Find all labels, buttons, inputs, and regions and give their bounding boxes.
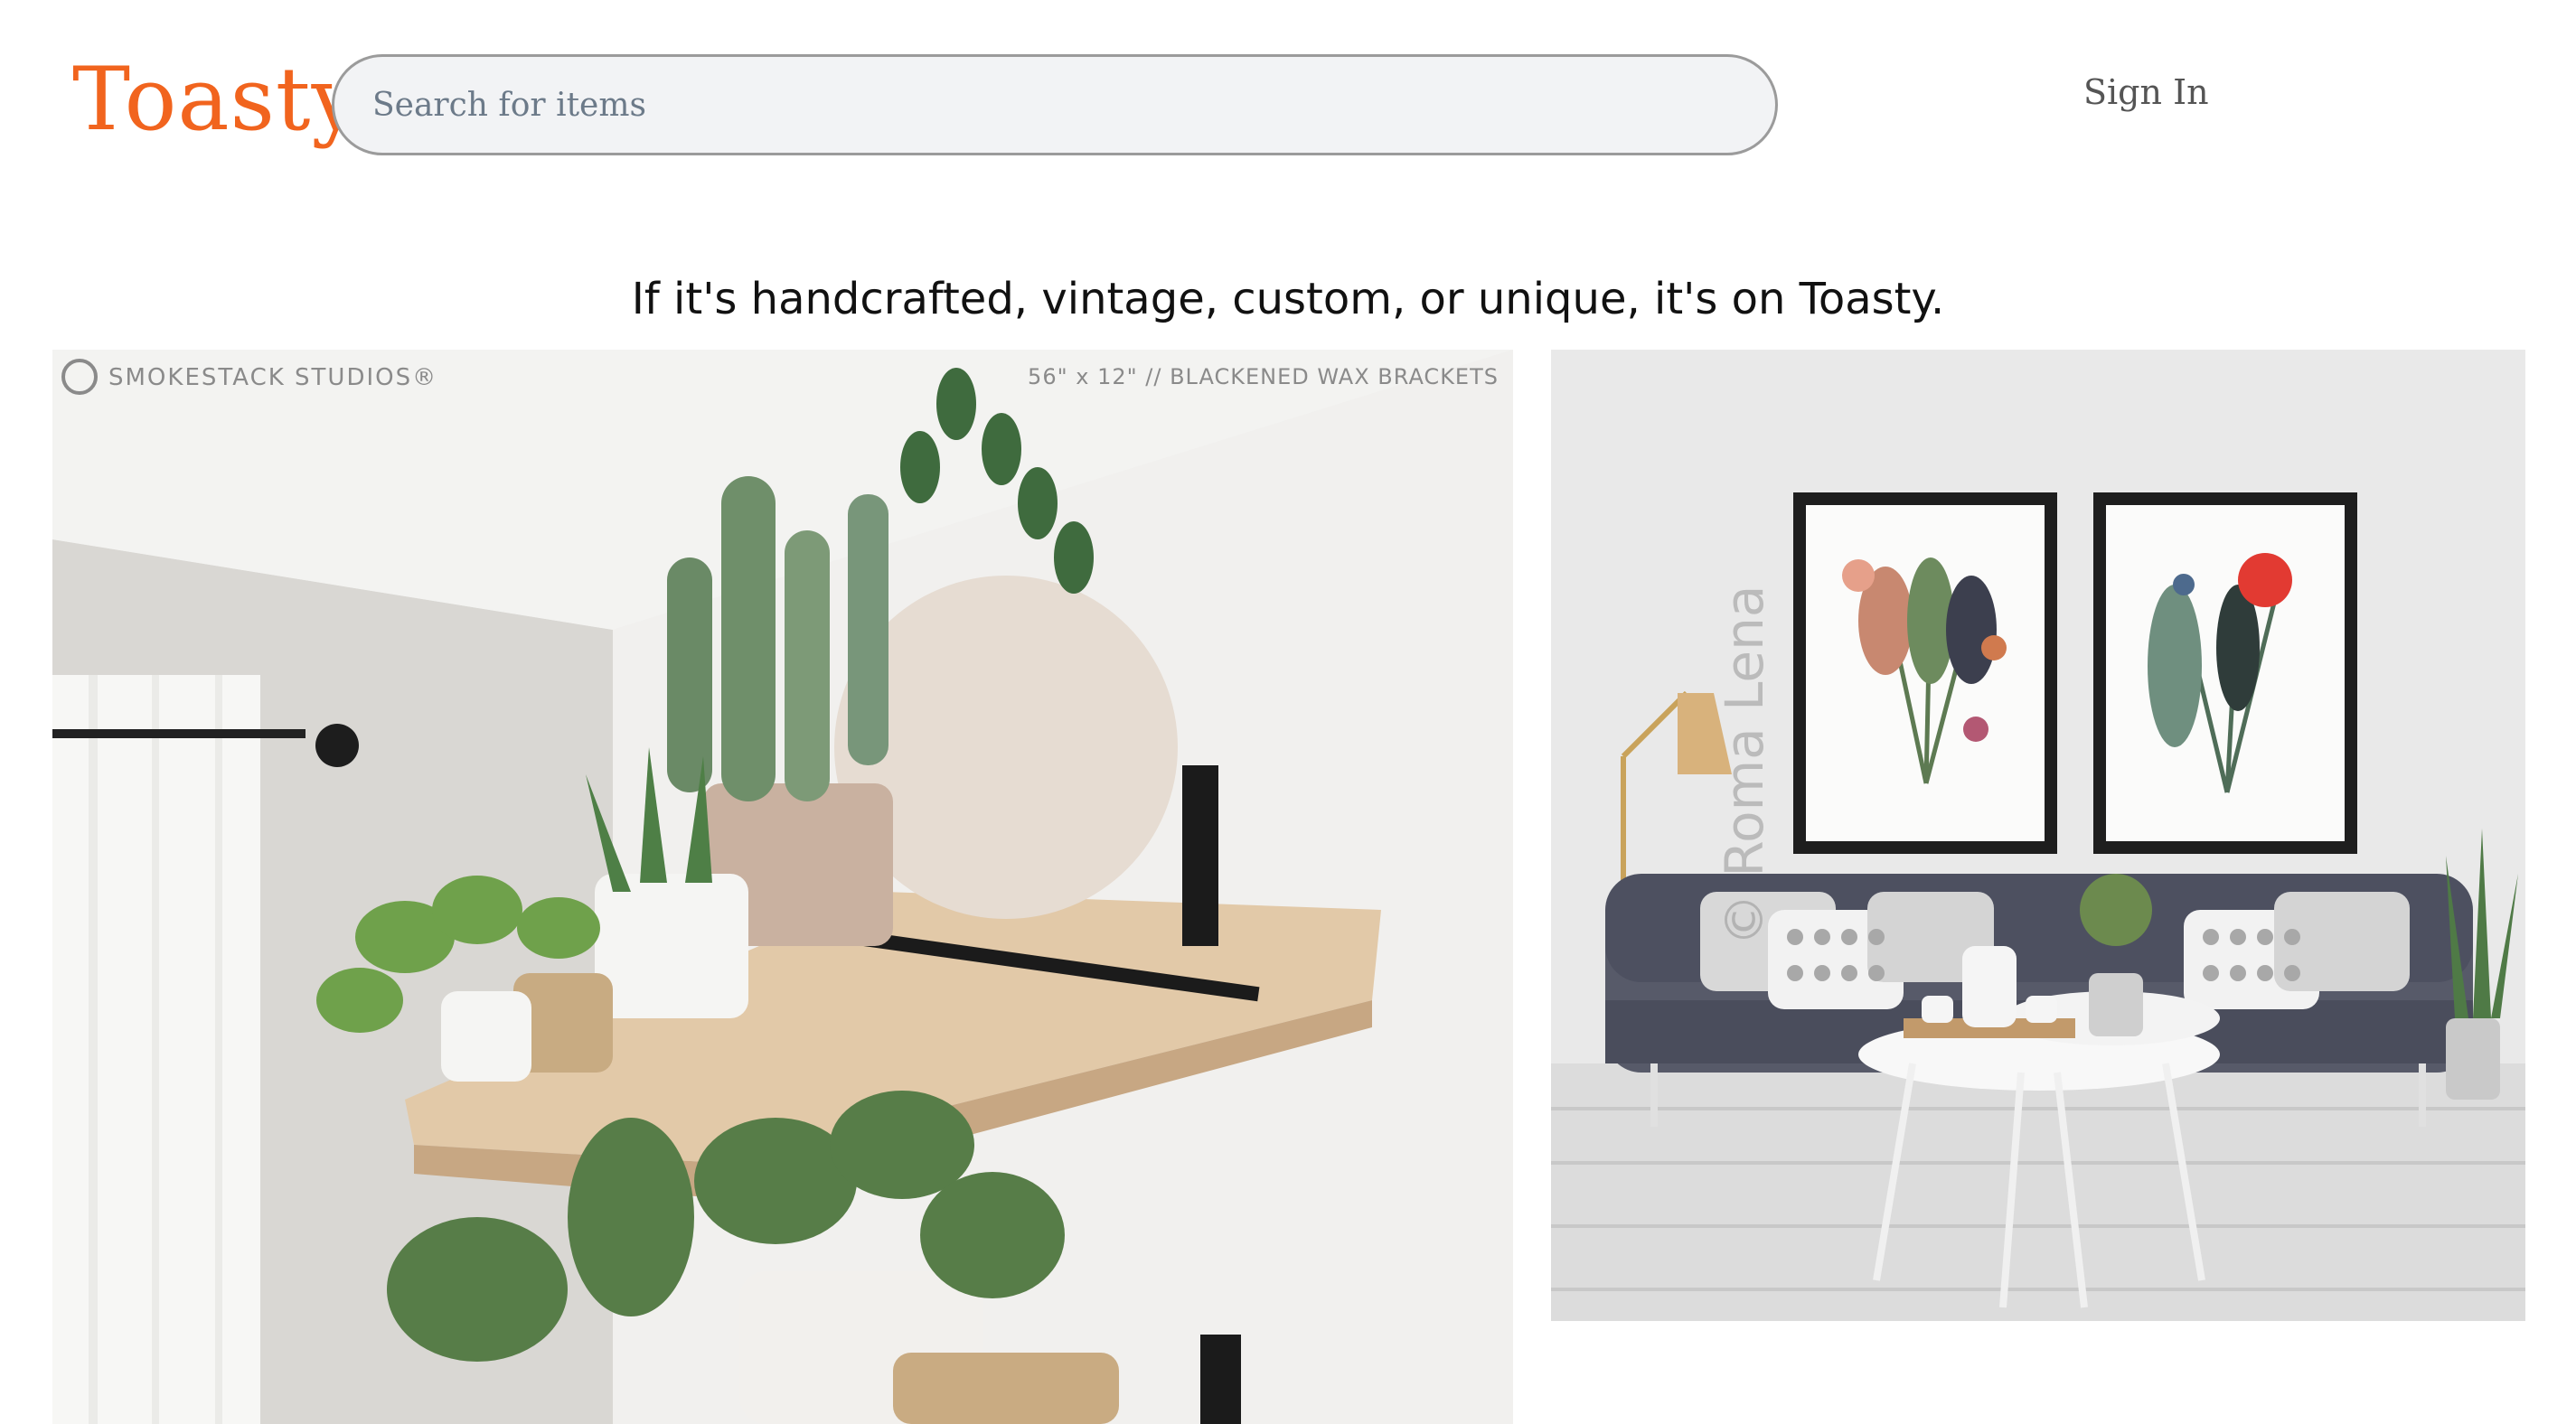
image-brand-caption: SMOKESTACK STUDIOS® — [108, 364, 438, 391]
living-room-photo — [1551, 350, 2525, 1321]
image-watermark: © Roma Lena — [1714, 585, 1775, 946]
page: Toasty Sign In If it's handcrafted, vint… — [0, 0, 2576, 1424]
tagline: If it's handcrafted, vintage, custom, or… — [631, 274, 1945, 324]
toasty-logo[interactable]: Toasty — [72, 45, 362, 154]
sign-in-link[interactable]: Sign In — [2083, 72, 2209, 112]
featured-image-shelf[interactable]: SMOKESTACK STUDIOS® 56" x 12" // BLACKEN… — [52, 350, 1513, 1424]
search-bar[interactable] — [332, 54, 1778, 155]
shelf-photo — [52, 350, 1513, 1424]
smokestack-logo-icon — [61, 359, 98, 395]
search-input[interactable] — [371, 56, 1775, 154]
featured-image-living-room[interactable]: © Roma Lena — [1551, 350, 2525, 1321]
image-size-caption: 56" x 12" // BLACKENED WAX BRACKETS — [1028, 364, 1499, 389]
